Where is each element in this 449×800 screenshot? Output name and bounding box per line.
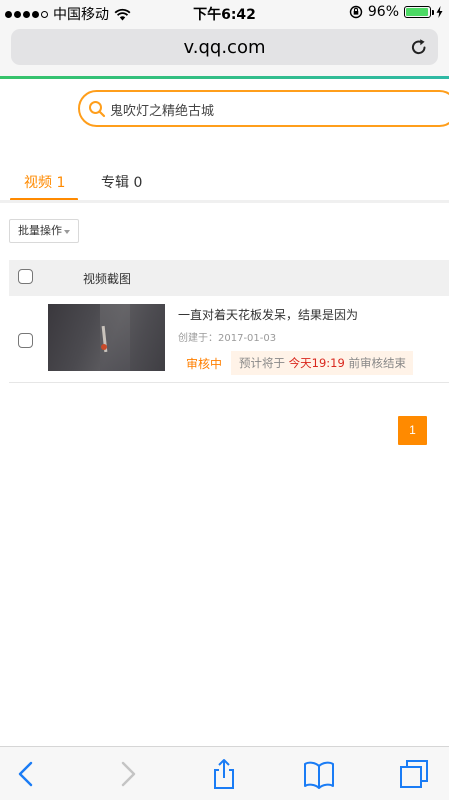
batch-operation-label: 批量操作 — [18, 224, 62, 237]
row-checkbox[interactable] — [18, 333, 33, 348]
reload-icon[interactable] — [409, 37, 429, 57]
bookmarks-icon[interactable] — [302, 758, 336, 790]
battery-percent: 96% — [367, 4, 399, 20]
status-right: 96% — [349, 4, 443, 20]
pagination-page-1[interactable]: 1 — [398, 416, 427, 445]
tab-videos[interactable]: 视频 1 — [24, 172, 65, 192]
search-icon — [89, 101, 106, 118]
column-header-video-screenshot: 视频截图 — [83, 272, 132, 286]
forward-icon[interactable] — [110, 758, 144, 790]
tabs-divider — [0, 200, 449, 203]
tabs-icon[interactable] — [397, 758, 431, 790]
battery-fill — [406, 8, 429, 16]
orientation-lock-icon — [349, 5, 363, 19]
status-bar: 中国移动 下午6:42 96% — [0, 0, 449, 26]
review-notice: 预计将于 今天19:19 前审核结束 — [231, 351, 413, 375]
notice-prefix: 预计将于 — [239, 356, 285, 370]
search-box[interactable] — [78, 90, 449, 127]
back-icon[interactable] — [10, 758, 44, 790]
browser-toolbar — [0, 746, 449, 800]
url-text[interactable]: v.qq.com — [11, 37, 438, 58]
page-top-accent-line — [0, 76, 449, 79]
table-header: 视频截图 — [9, 260, 449, 296]
created-date: 创建于：2017-01-03 — [178, 333, 277, 344]
notice-suffix: 前审核结束 — [348, 356, 406, 370]
share-icon[interactable] — [207, 758, 241, 790]
caret-down-icon — [64, 230, 70, 234]
batch-operation-dropdown[interactable]: 批量操作 — [9, 219, 79, 243]
battery-icon — [404, 6, 434, 18]
notice-time: 今天19:19 — [288, 356, 345, 370]
tab-albums[interactable]: 专辑 0 — [101, 172, 142, 192]
charging-icon — [436, 6, 443, 18]
select-all-checkbox[interactable] — [18, 269, 33, 284]
video-title[interactable]: 一直对着天花板发呆，结果是因为 — [178, 306, 358, 323]
video-thumbnail[interactable] — [48, 304, 165, 371]
search-input[interactable] — [110, 97, 440, 121]
address-bar[interactable]: v.qq.com — [11, 29, 438, 65]
browser-address-area: v.qq.com — [0, 26, 449, 76]
table-row: 一直对着天花板发呆，结果是因为 创建于：2017-01-03 审核中 预计将于 … — [9, 296, 449, 383]
result-tabs: 视频 1 专辑 0 — [0, 160, 449, 202]
review-status: 审核中 — [186, 357, 223, 371]
